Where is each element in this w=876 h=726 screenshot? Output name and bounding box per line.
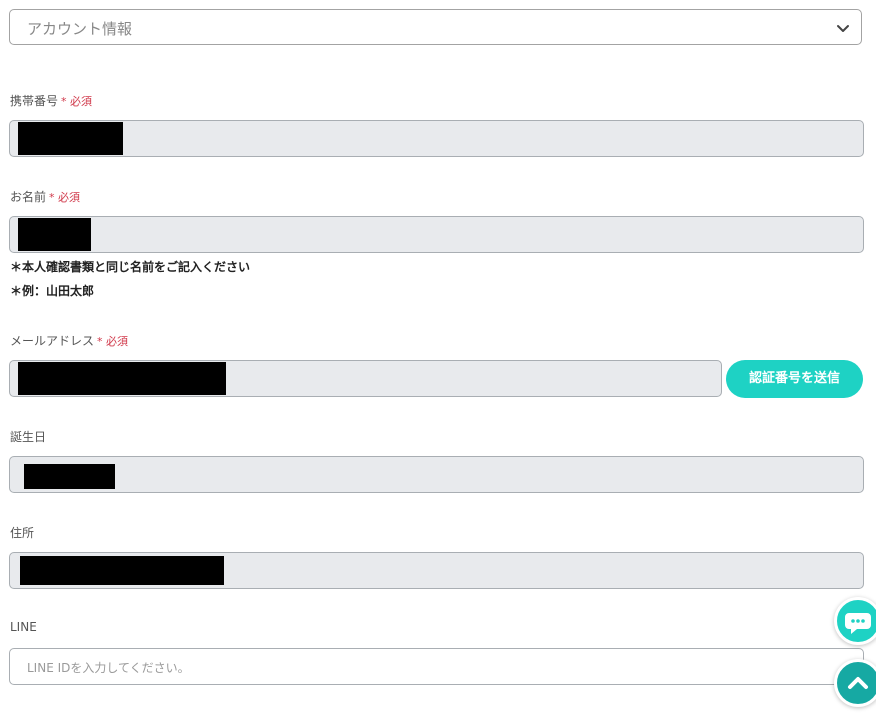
phone-field[interactable] [9,120,864,157]
redacted-birthday [24,464,115,489]
phone-label: 携帯番号 * 必須 [10,92,92,109]
redacted-phone [18,122,123,155]
line-id-input[interactable]: LINE IDを入力してください。 [9,648,864,685]
account-info-select[interactable]: アカウント情報 [9,9,862,45]
phone-label-text: 携帯番号 [10,94,59,108]
name-note-1: ＊本人確認書類と同じ名前をご記入ください [10,260,251,274]
chevron-down-icon [837,25,849,32]
address-label: 住所 [10,526,35,540]
scroll-to-top-button[interactable] [834,659,876,707]
name-label: お名前 * 必須 [10,188,80,205]
chevron-up-icon [848,677,868,689]
name-label-text: お名前 [10,190,47,204]
required-mark: * 必須 [97,335,129,348]
email-label-text: メールアドレス [10,334,95,348]
redacted-name [18,218,91,251]
account-form: アカウント情報 携帯番号 * 必須 お名前 * 必須 ＊本人確認書類と同じ名前をご記… [0,0,876,726]
name-field[interactable] [9,216,864,253]
redacted-address [20,556,224,585]
chat-button[interactable] [834,597,876,645]
email-field[interactable] [9,360,722,397]
birthday-field[interactable] [9,456,864,493]
send-verification-code-button[interactable]: 認証番号を送信 [726,360,863,398]
required-mark: * 必須 [61,95,93,108]
chat-bubble-icon [845,613,871,634]
line-id-placeholder: LINE IDを入力してください。 [27,661,190,675]
line-label: LINE [10,620,37,634]
address-field[interactable] [9,552,864,589]
name-note-2: ＊例：山田太郎 [10,284,95,298]
required-mark: * 必須 [49,191,81,204]
email-label: メールアドレス * 必須 [10,332,128,349]
account-info-select-value: アカウント情報 [27,20,133,38]
birthday-label: 誕生日 [10,430,47,444]
redacted-email [18,362,226,395]
